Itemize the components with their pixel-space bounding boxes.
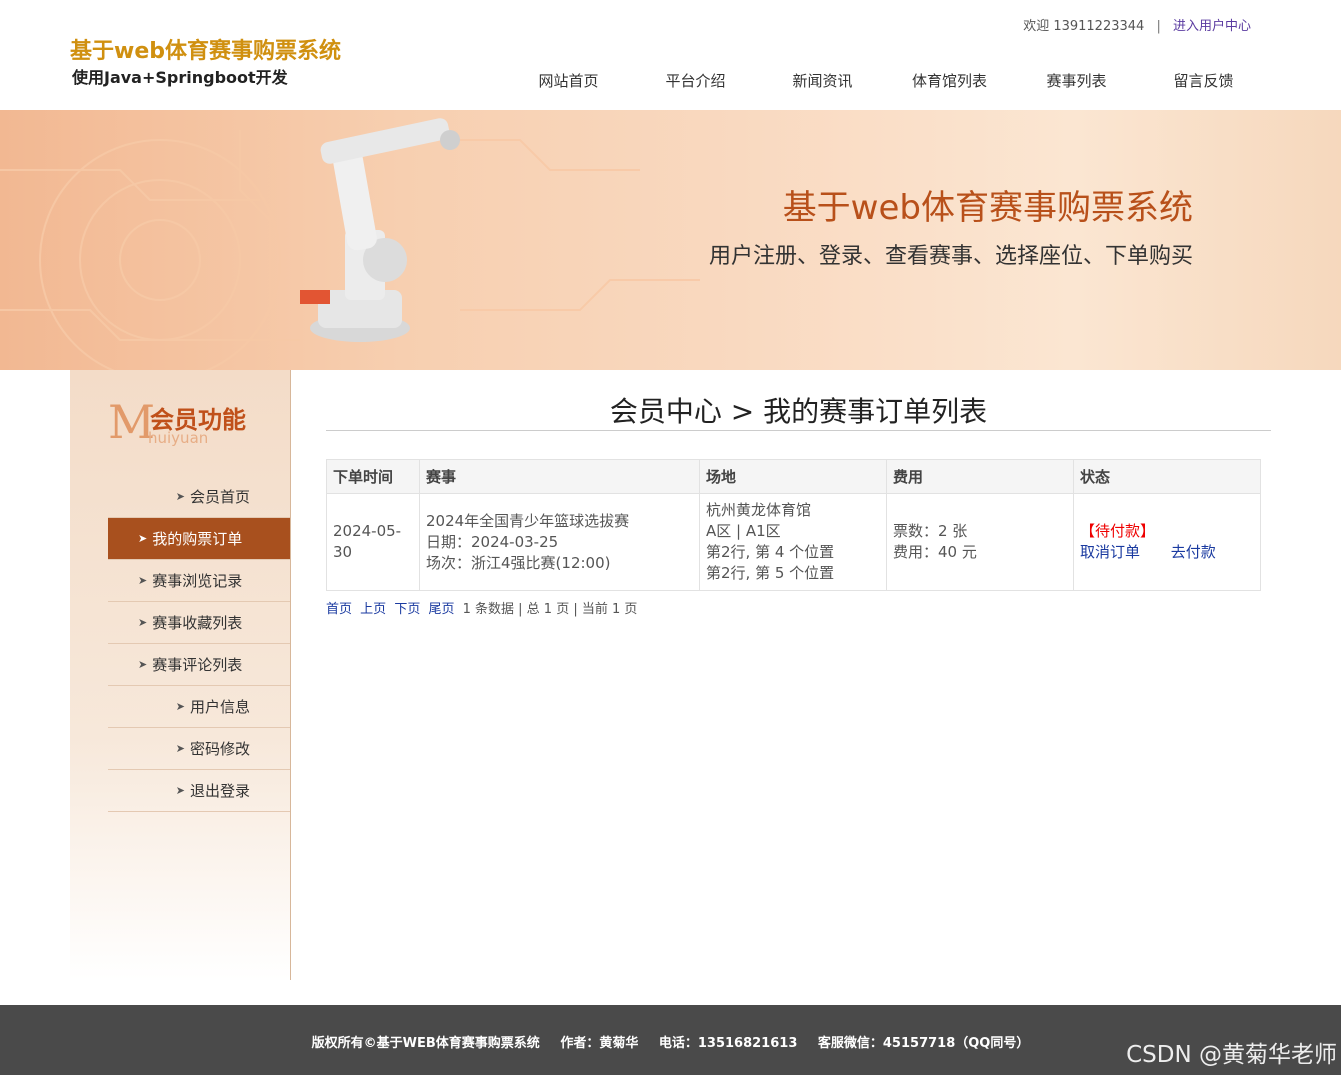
sidebar-item-label: 赛事浏览记录 xyxy=(152,572,243,590)
sidebar-item-label: 用户信息 xyxy=(189,698,250,716)
seat-info: 第2行, 第 4 个位置 xyxy=(706,543,835,561)
nav-stadium-list[interactable]: 体育馆列表 xyxy=(886,70,1013,91)
chevron-right-icon: ➤ xyxy=(138,658,148,671)
sidebar-item-label: 我的购票订单 xyxy=(152,530,243,548)
chevron-right-icon: ➤ xyxy=(138,574,148,587)
footer-phone: 电话：13516821613 xyxy=(658,1036,798,1051)
table-row: 2024-05-30 2024年全国青少年篮球选拔赛 日期：2024-03-25… xyxy=(326,493,1261,591)
welcome-text: 欢迎 13911223344 xyxy=(1023,19,1145,34)
pager-prev[interactable]: 上页 xyxy=(360,602,386,617)
sidebar-item-user-info[interactable]: ➤ 用户信息 xyxy=(108,686,290,728)
topbar-separator: | xyxy=(1156,19,1161,34)
event-round: 场次：浙江4强比赛(12:00) xyxy=(426,553,611,572)
sidebar-item-label: 密码修改 xyxy=(189,740,250,758)
nav-platform-intro[interactable]: 平台介绍 xyxy=(632,70,759,91)
sidebar-item-label: 赛事收藏列表 xyxy=(152,614,243,632)
event-date: 日期：2024-03-25 xyxy=(426,532,559,551)
status-badge: 【待付款】 xyxy=(1080,522,1156,540)
robot-arm-illustration xyxy=(300,118,460,342)
footer-wechat: 客服微信：45157718（QQ同号） xyxy=(817,1036,1030,1051)
chevron-right-icon: ➤ xyxy=(175,784,185,797)
sidebar-item-my-orders[interactable]: ➤ 我的购票订单 xyxy=(108,518,290,560)
sidebar-item-favorites[interactable]: ➤ 赛事收藏列表 xyxy=(108,602,290,644)
nav-news[interactable]: 新闻资讯 xyxy=(759,70,886,91)
event-name: 2024年全国青少年篮球选拔赛 xyxy=(426,511,630,530)
main-content: 会员中心 > 我的赛事订单列表 下单时间 赛事 场地 费用 状态 2024-05… xyxy=(326,370,1271,617)
site-logo-subtitle: 使用Java+Springboot开发 xyxy=(72,68,288,87)
status-cell: 【待付款】 取消订单 去付款 xyxy=(1073,493,1261,591)
sidebar-item-label: 赛事评论列表 xyxy=(152,656,243,674)
sidebar-item-comments[interactable]: ➤ 赛事评论列表 xyxy=(108,644,290,686)
chevron-right-icon: ➤ xyxy=(175,700,185,713)
sidebar-item-change-password[interactable]: ➤ 密码修改 xyxy=(108,728,290,770)
column-header-fee: 费用 xyxy=(886,459,1074,494)
sidebar-item-member-home[interactable]: ➤ 会员首页 xyxy=(108,476,290,518)
chevron-right-icon: ➤ xyxy=(175,490,185,503)
pay-order-link[interactable]: 去付款 xyxy=(1171,543,1216,561)
cancel-order-link[interactable]: 取消订单 xyxy=(1080,543,1140,561)
pager-first[interactable]: 首页 xyxy=(326,602,352,617)
chevron-right-icon: ➤ xyxy=(138,532,148,545)
user-center-link[interactable]: 进入用户中心 xyxy=(1173,19,1251,34)
sidebar-item-label: 会员首页 xyxy=(189,488,250,506)
chevron-right-icon: ➤ xyxy=(175,742,185,755)
csdn-watermark: CSDN @黄菊华老师 xyxy=(1126,1042,1337,1068)
site-logo-title: 基于web体育赛事购票系统 xyxy=(70,39,341,64)
user-topbar: 欢迎 13911223344 | 进入用户中心 xyxy=(1023,15,1251,34)
page-title: 会员中心 > 我的赛事订单列表 xyxy=(326,370,1271,431)
main-nav: 网站首页 平台介绍 新闻资讯 体育馆列表 赛事列表 留言反馈 xyxy=(505,70,1267,91)
ticket-count: 票数：2 张 xyxy=(893,522,968,540)
fee-amount: 费用：40 元 xyxy=(893,543,977,561)
site-header: 基于web体育赛事购票系统 使用Java+Springboot开发 欢迎 139… xyxy=(0,0,1341,110)
event-cell: 2024年全国青少年篮球选拔赛 日期：2024-03-25 场次：浙江4强比赛(… xyxy=(419,493,700,591)
sidebar-item-logout[interactable]: ➤ 退出登录 xyxy=(108,770,290,812)
column-header-event: 赛事 xyxy=(419,459,700,494)
banner-subtitle: 用户注册、登录、查看赛事、选择座位、下单购买 xyxy=(708,244,1193,269)
column-header-status: 状态 xyxy=(1073,459,1261,494)
nav-home[interactable]: 网站首页 xyxy=(505,70,632,91)
venue-area: A区 | A1区 xyxy=(706,522,781,540)
venue-cell: 杭州黄龙体育馆 A区 | A1区 第2行, 第 4 个位置 第2行, 第 5 个… xyxy=(699,493,887,591)
member-sidebar: M 会员功能 huiyuan ➤ 会员首页 ➤ 我的购票订单 ➤ 赛事浏览记录 ➤ 赛事… xyxy=(70,370,291,980)
venue-name: 杭州黄龙体育馆 xyxy=(706,501,812,519)
nav-feedback[interactable]: 留言反馈 xyxy=(1140,70,1267,91)
nav-event-list[interactable]: 赛事列表 xyxy=(1013,70,1140,91)
orders-table: 下单时间 赛事 场地 费用 状态 2024-05-30 2024年全国青少年篮球… xyxy=(326,459,1261,591)
sidebar-heading: M 会员功能 huiyuan xyxy=(108,396,268,452)
column-header-order-time: 下单时间 xyxy=(326,459,420,494)
sidebar-menu: ➤ 会员首页 ➤ 我的购票订单 ➤ 赛事浏览记录 ➤ 赛事收藏列表 ➤ 赛事评论列表 ➤ 用… xyxy=(108,476,290,812)
chevron-right-icon: ➤ xyxy=(138,616,148,629)
pager-last[interactable]: 尾页 xyxy=(428,602,454,617)
sidebar-item-label: 退出登录 xyxy=(189,782,250,800)
pager-next[interactable]: 下页 xyxy=(394,602,420,617)
sidebar-heading-en: huiyuan xyxy=(148,429,209,447)
footer-copyright: 版权所有©基于WEB体育赛事购票系统 xyxy=(311,1036,540,1051)
column-header-venue: 场地 xyxy=(699,459,887,494)
order-time-cell: 2024-05-30 xyxy=(326,493,420,591)
table-header-row: 下单时间 赛事 场地 费用 状态 xyxy=(326,459,1261,494)
hero-banner: 基于web体育赛事购票系统 用户注册、登录、查看赛事、选择座位、下单购买 xyxy=(0,110,1341,370)
banner-title: 基于web体育赛事购票系统 xyxy=(782,188,1193,228)
pagination: 首页 上页 下页 尾页 1 条数据 | 总 1 页 | 当前 1 页 xyxy=(326,598,637,617)
fee-cell: 票数：2 张 费用：40 元 xyxy=(886,493,1074,591)
footer-author: 作者：黄菊华 xyxy=(560,1036,639,1051)
pager-summary: 1 条数据 | 总 1 页 | 当前 1 页 xyxy=(462,602,638,617)
sidebar-item-browse-history[interactable]: ➤ 赛事浏览记录 xyxy=(108,560,290,602)
seat-info: 第2行, 第 5 个位置 xyxy=(706,564,835,582)
